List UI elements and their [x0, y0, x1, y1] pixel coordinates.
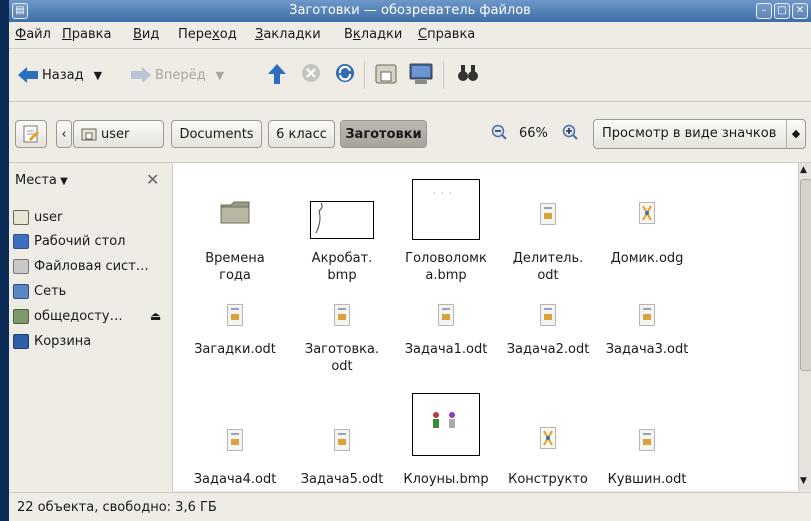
document-icon [334, 304, 350, 326]
view-mode-select[interactable]: Просмотр в виде значков ◆ [593, 119, 806, 149]
file-item-golovolomka[interactable]: Головоломк а.bmp [400, 178, 492, 293]
trash-icon [13, 333, 29, 349]
removable-drive-icon [13, 308, 29, 324]
edit-location-button[interactable] [15, 120, 47, 148]
stop-icon[interactable] [301, 63, 321, 87]
scroll-down-icon[interactable]: ▼ [800, 476, 807, 486]
computer-icon[interactable] [409, 63, 433, 87]
forward-button[interactable]: Вперёд ▼ [130, 63, 224, 87]
home-icon[interactable] [375, 63, 397, 87]
zoom-level: 66% [519, 126, 548, 141]
forward-dropdown-icon[interactable]: ▼ [216, 69, 224, 82]
document-icon [334, 429, 350, 451]
document-icon [540, 304, 556, 326]
up-icon[interactable] [267, 63, 287, 87]
zoom-out-icon[interactable] [491, 124, 507, 140]
titlebar: ▤ Заготовки — обозреватель файлов – □ ✕ [9, 0, 811, 22]
sidebar-item-filesystem[interactable]: Файловая сист… [13, 255, 149, 277]
document-icon [540, 203, 556, 225]
chevron-down-icon: ▼ [56, 176, 68, 187]
image-icon [412, 393, 480, 456]
file-item-zadacha2[interactable]: Задача2.odt [502, 304, 594, 374]
path-scroll-left-button[interactable]: ‹ [56, 120, 72, 148]
back-button[interactable]: Назад ▼ [17, 63, 102, 87]
menu-help[interactable]: Справка [418, 27, 475, 42]
file-item-kuvshin[interactable]: Кувшин.odt [601, 393, 693, 491]
file-item-zadacha5[interactable]: Задача5.odt [296, 393, 388, 491]
toolbar: Назад ▼ Вперёд ▼ [9, 49, 811, 102]
document-icon [438, 304, 454, 326]
zoom-in-icon[interactable] [562, 124, 578, 140]
statusbar: 22 объекта, свободно: 3,6 ГБ [9, 492, 811, 521]
edit-location-icon [23, 125, 40, 143]
image-icon [412, 179, 480, 240]
scroll-up-icon[interactable]: ▲ [800, 165, 807, 175]
network-icon [13, 283, 29, 299]
search-binoculars-icon[interactable] [457, 63, 479, 87]
file-item-klouny[interactable]: Клоуны.bmp [400, 393, 492, 491]
menu-file[interactable]: Файл [15, 27, 51, 42]
vertical-scrollbar[interactable]: ▲ ▼ [798, 163, 811, 491]
desktop-icon [13, 233, 29, 249]
menu-edit[interactable]: Правка [62, 27, 111, 42]
path-button-documents[interactable]: Documents [171, 120, 262, 148]
file-item-domik[interactable]: Домик.odg [601, 183, 693, 293]
sidebar-item-trash[interactable]: Корзина [13, 330, 91, 352]
minimize-icon[interactable]: – [756, 3, 772, 19]
window-title: Заготовки — обозреватель файлов [289, 3, 531, 18]
file-item-konstruktor[interactable]: Конструкто [502, 393, 594, 491]
menu-tabs[interactable]: Вкладки [344, 27, 402, 42]
document-icon [227, 429, 243, 451]
menu-bookmarks[interactable]: Закладки [255, 27, 321, 42]
back-dropdown-icon[interactable]: ▼ [94, 69, 102, 82]
document-icon [227, 304, 243, 326]
file-item-zadacha3[interactable]: Задача3.odt [601, 304, 693, 374]
sidebar-type-select[interactable]: Места ▼ [15, 173, 68, 188]
file-item-akrobat[interactable]: Акробат. bmp [296, 183, 388, 293]
document-icon [639, 429, 655, 451]
menu-view[interactable]: Вид [133, 27, 159, 42]
file-item-delitel[interactable]: Делитель. odt [502, 183, 594, 293]
scrollbar-thumb[interactable] [800, 179, 811, 371]
home-folder-icon [81, 128, 97, 141]
file-icon-view: Времена года Акробат. bmp Головоломк а.b… [173, 163, 798, 491]
sidebar: Места ▼ ✕ user Рабочий стол Файловая сис… [9, 163, 173, 491]
image-icon [310, 201, 374, 239]
file-item-zadacha1[interactable]: Задача1.odt [400, 304, 492, 374]
maximize-icon[interactable]: □ [774, 3, 790, 19]
menu-go[interactable]: Переход [178, 27, 237, 42]
location-bar: ‹ user Documents 6 класс Заготовки 66% П… [9, 102, 811, 163]
close-icon[interactable]: ✕ [792, 3, 808, 19]
drive-icon [13, 258, 29, 274]
path-button-6-class[interactable]: 6 класс [268, 120, 335, 148]
document-icon [639, 304, 655, 326]
status-text: 22 объекта, свободно: 3,6 ГБ [17, 500, 217, 515]
sidebar-item-desktop[interactable]: Рабочий стол [13, 230, 125, 252]
folder-icon [220, 201, 250, 224]
back-arrow-icon [18, 67, 38, 83]
path-button-user[interactable]: user [73, 120, 164, 148]
sidebar-item-network[interactable]: Сеть [13, 280, 66, 302]
file-manager-window: ▤ Заготовки — обозреватель файлов – □ ✕ … [9, 0, 811, 521]
file-item-zadacha4[interactable]: Задача4.odt [189, 393, 281, 491]
forward-arrow-icon [131, 67, 151, 83]
path-button-zagotovki[interactable]: Заготовки [340, 120, 427, 148]
home-folder-icon [13, 209, 29, 225]
close-sidebar-icon[interactable]: ✕ [146, 170, 159, 189]
reload-icon[interactable] [335, 63, 355, 87]
chevron-updown-icon: ◆ [786, 120, 805, 148]
file-item-vremena-goda[interactable]: Времена года [189, 183, 281, 293]
sidebar-header: Места ▼ ✕ [9, 170, 169, 192]
drawing-icon [540, 427, 556, 449]
drawing-icon [639, 202, 655, 224]
file-item-zagotovka[interactable]: Заготовка. odt [296, 304, 388, 374]
file-item-zagadki[interactable]: Загадки.odt [189, 304, 281, 374]
sidebar-item-shared[interactable]: общедосту… ⏏ [13, 305, 168, 327]
sidebar-item-user[interactable]: user [13, 206, 62, 228]
menubar: Файл Правка Вид Переход Закладки Вкладки… [9, 22, 811, 49]
eject-icon[interactable]: ⏏ [150, 309, 161, 323]
